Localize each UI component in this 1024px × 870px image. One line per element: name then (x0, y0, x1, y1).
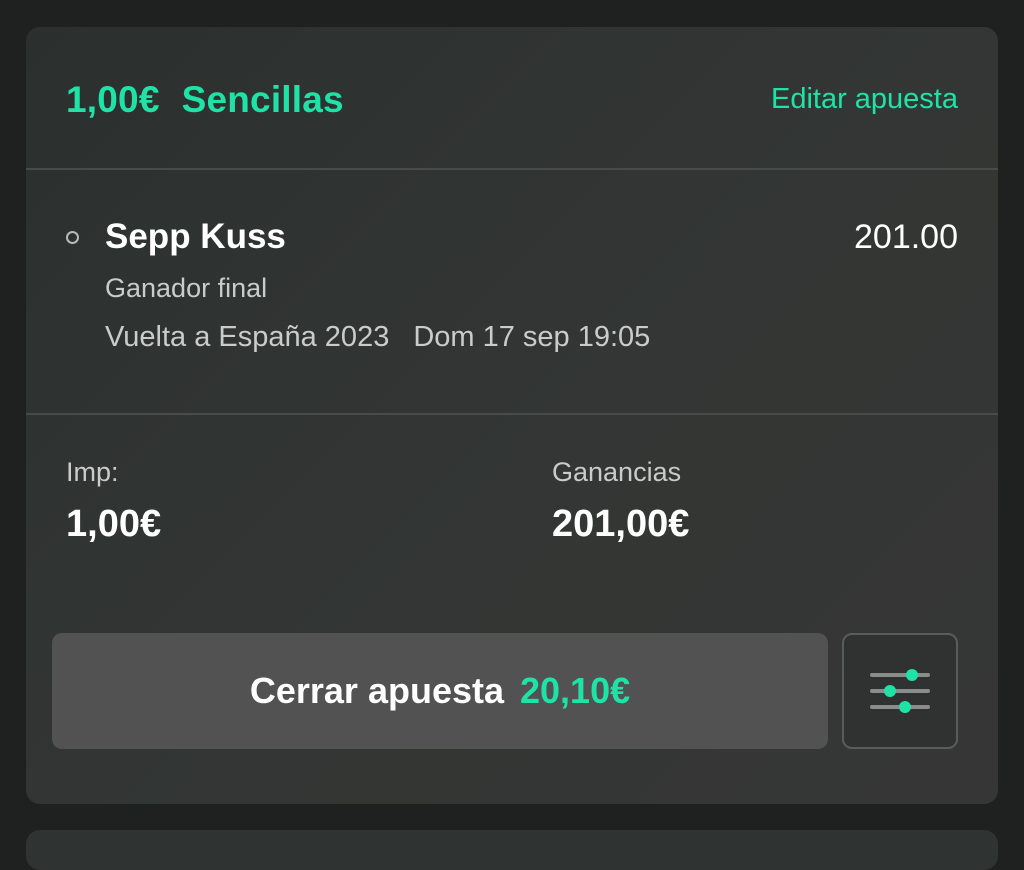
winnings-value: 201,00€ (552, 503, 690, 545)
selection-divider (26, 413, 998, 415)
event-datetime: Dom 17 sep 19:05 (413, 321, 651, 353)
bet-summary-title: 1,00€ Sencillas (66, 79, 344, 121)
bet-card-header: 1,00€ Sencillas Editar apuesta (26, 27, 998, 169)
event-name: Vuelta a España 2023 (105, 321, 390, 353)
selection-odds: 201.00 (854, 218, 958, 256)
cashout-settings-button[interactable] (842, 633, 958, 749)
header-divider (26, 168, 998, 170)
selection-status-icon (66, 231, 79, 244)
cashout-amount: 20,10€ (520, 670, 631, 711)
winnings-label: Ganancias (552, 457, 682, 487)
cashout-label: Cerrar apuesta (249, 670, 505, 711)
edit-bet-link[interactable]: Editar apuesta (771, 83, 958, 116)
header-stake: 1,00€ (66, 79, 160, 120)
stake-value: 1,00€ (66, 503, 162, 545)
stake-label: Imp: (66, 457, 119, 487)
selection-market: Ganador final (105, 273, 268, 303)
selection-event-info: Vuelta a España 2023 Dom 17 sep 19:05 (105, 321, 650, 354)
sliders-icon (870, 669, 930, 713)
selection-name: Sepp Kuss (105, 217, 286, 256)
cashout-button[interactable]: Cerrar apuesta 20,10€ (52, 633, 828, 749)
bet-type-label: Sencillas (181, 79, 344, 120)
next-bet-card-edge (26, 830, 998, 870)
bet-card: 1,00€ Sencillas Editar apuesta Sepp Kuss … (26, 27, 998, 804)
